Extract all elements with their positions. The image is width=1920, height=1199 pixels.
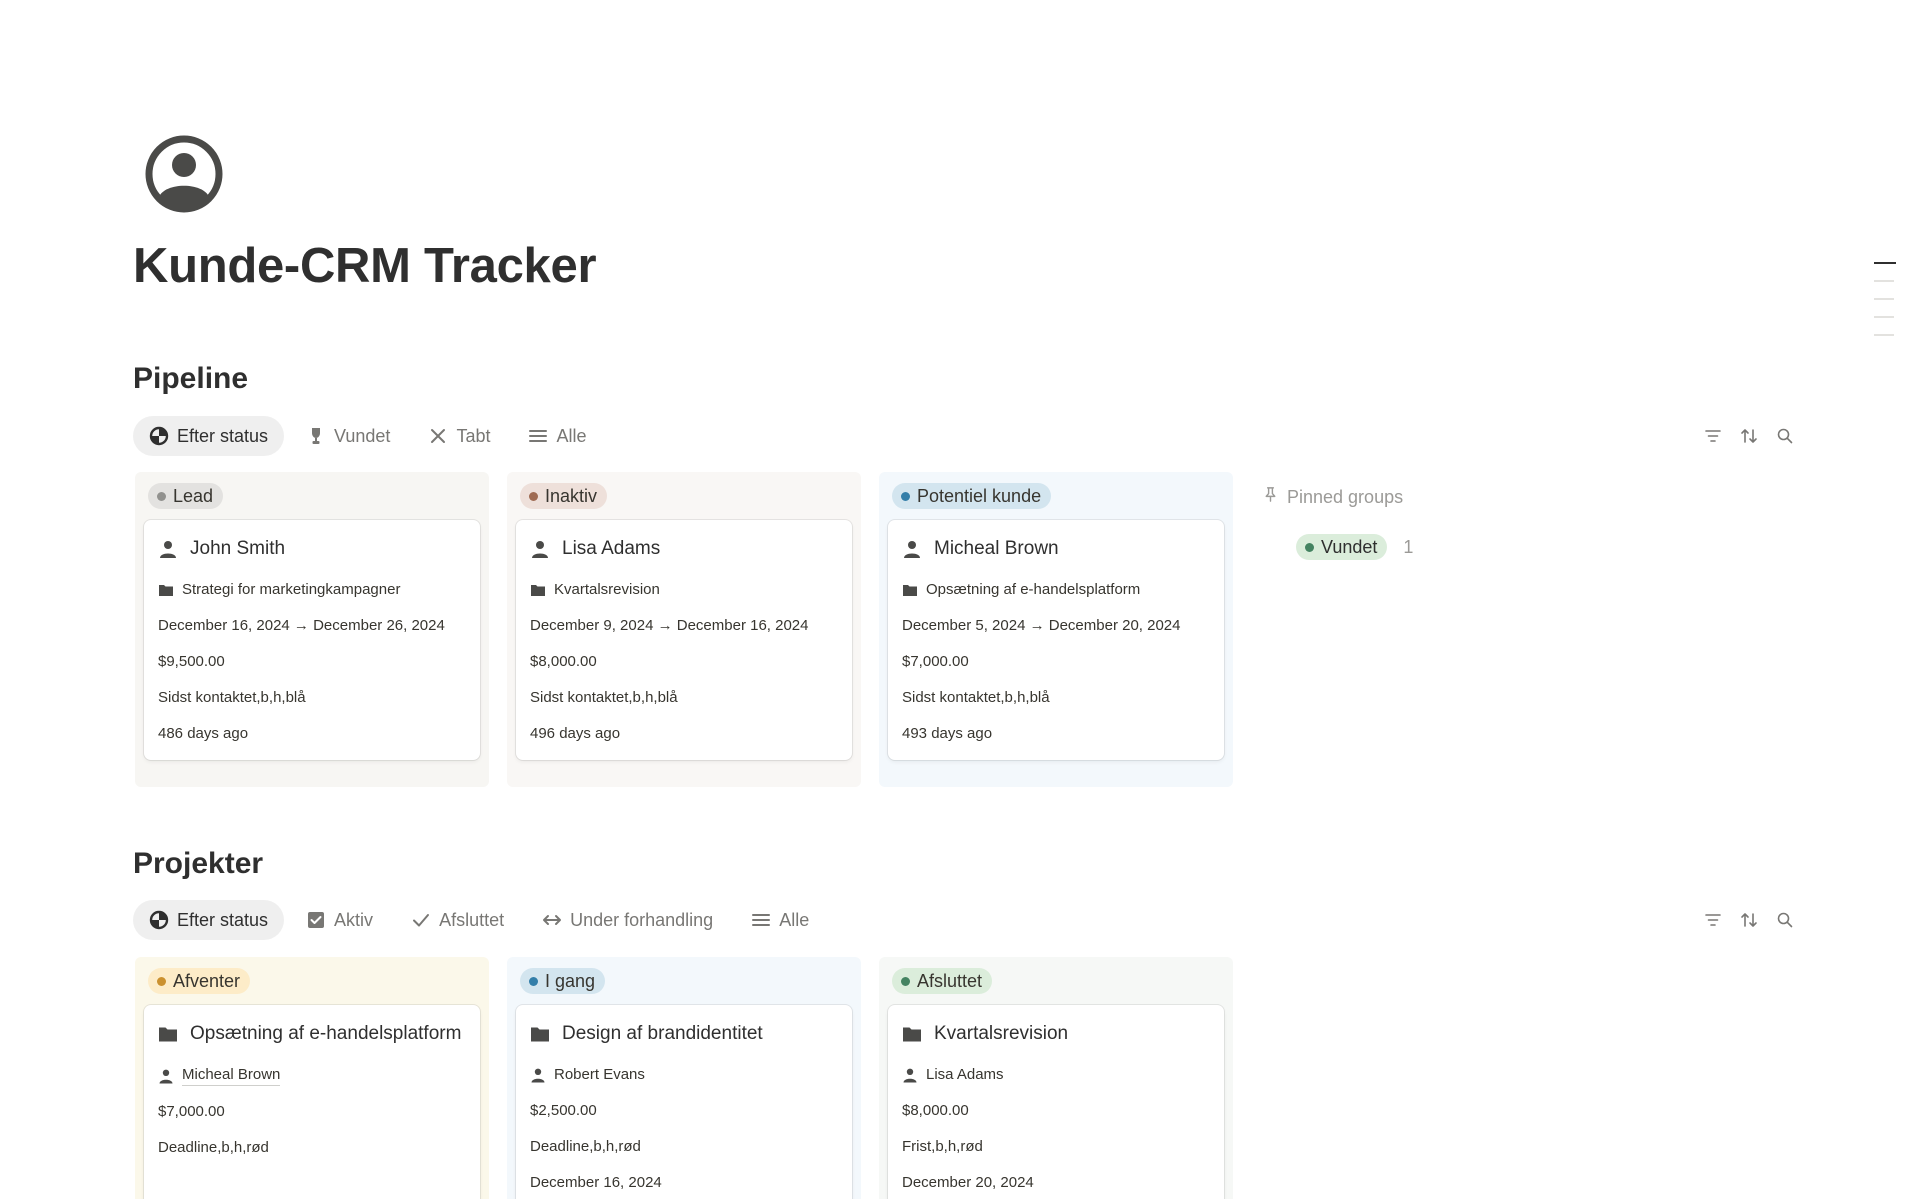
board-card[interactable]: Micheal Brown Opsætning af e-handelsplat…	[888, 520, 1224, 760]
tab-efter-status[interactable]: Efter status	[133, 416, 285, 456]
tab-afsluttet[interactable]: Afsluttet	[395, 900, 520, 940]
board-card[interactable]: Kvartalsrevision Lisa Adams $8,000.00 Fr…	[888, 1005, 1224, 1199]
card-title: Opsætning af e-handelsplatform	[190, 1023, 462, 1044]
tab-under-forhandling[interactable]: Under forhandling	[526, 900, 729, 940]
board-card[interactable]: Lisa Adams Kvartalsrevision December 9, …	[516, 520, 852, 760]
pipeline-view-tabs: Efter status Vundet Tabt Alle	[133, 416, 602, 456]
status-badge[interactable]: Afventer	[148, 968, 251, 994]
board-column-i-gang: I gang Design af brandidentitet Robert E…	[507, 957, 861, 1199]
arrows-horizontal-icon	[542, 910, 562, 930]
status-badge[interactable]: Lead	[148, 483, 224, 509]
projekter-toolbar	[1704, 900, 1794, 940]
board-column-inaktiv: Inaktiv Lisa Adams Kvartalsrevision Dece…	[507, 472, 861, 787]
sort-icon[interactable]	[1740, 427, 1758, 445]
folder-icon	[530, 1024, 550, 1044]
tab-alle[interactable]: Alle	[735, 900, 825, 940]
board-column-potentiel-kunde: Potentiel kunde Micheal Brown Opsætning …	[879, 472, 1233, 787]
sort-icon[interactable]	[1740, 911, 1758, 929]
group-count: 1	[1403, 536, 1414, 557]
status-icon	[149, 910, 169, 930]
search-icon[interactable]	[1776, 427, 1794, 445]
trophy-icon	[306, 426, 326, 446]
card-title: Design af brandidentitet	[562, 1023, 763, 1044]
board-column-afventer: Afventer Opsætning af e-handelsplatform …	[135, 957, 489, 1199]
status-icon	[149, 426, 169, 446]
folder-icon	[902, 1024, 922, 1044]
page: Kunde-CRM Tracker Pipeline Efter status …	[0, 0, 1920, 1199]
card-title: John Smith	[190, 538, 286, 559]
tab-aktiv[interactable]: Aktiv	[290, 900, 389, 940]
person-icon	[530, 1067, 546, 1083]
folder-icon	[158, 582, 174, 598]
search-icon[interactable]	[1776, 911, 1794, 929]
folder-icon	[902, 582, 918, 598]
x-icon	[428, 426, 448, 446]
folder-icon	[530, 582, 546, 598]
folder-icon	[158, 1024, 178, 1044]
pinned-groups-header[interactable]: Pinned groups	[1262, 486, 1403, 508]
person-icon	[530, 539, 550, 559]
card-title: Lisa Adams	[562, 538, 661, 559]
pin-icon	[1262, 486, 1279, 508]
list-icon	[528, 426, 548, 446]
status-badge[interactable]: I gang	[520, 968, 606, 994]
person-icon	[158, 539, 178, 559]
user-circle-icon[interactable]	[145, 135, 223, 213]
tab-tabt[interactable]: Tabt	[412, 416, 506, 456]
person-icon	[902, 1067, 918, 1083]
projekter-view-tabs: Efter status Aktiv Afsluttet Under forha…	[133, 900, 825, 940]
person-icon	[158, 1068, 174, 1084]
tab-vundet[interactable]: Vundet	[290, 416, 406, 456]
pipeline-toolbar	[1704, 416, 1794, 456]
board-card[interactable]: Opsætning af e-handelsplatform Micheal B…	[144, 1005, 480, 1199]
check-icon	[411, 910, 431, 930]
tab-efter-status[interactable]: Efter status	[133, 900, 285, 940]
pinned-group-vundet[interactable]: Vundet 1	[1296, 534, 1413, 560]
tab-alle[interactable]: Alle	[512, 416, 602, 456]
status-badge[interactable]: Inaktiv	[520, 483, 608, 509]
board-column-afsluttet: Afsluttet Kvartalsrevision Lisa Adams $8…	[879, 957, 1233, 1199]
page-outline[interactable]	[1874, 262, 1896, 352]
pipeline-title: Pipeline	[133, 362, 249, 395]
card-title: Micheal Brown	[934, 538, 1059, 559]
status-badge[interactable]: Vundet	[1296, 534, 1388, 560]
board-column-lead: Lead John Smith Strategi for marketingka…	[135, 472, 489, 787]
projekter-title: Projekter	[133, 847, 264, 880]
person-icon	[902, 539, 922, 559]
list-icon	[751, 910, 771, 930]
filter-icon[interactable]	[1704, 427, 1722, 445]
filter-icon[interactable]	[1704, 911, 1722, 929]
checkbox-icon	[306, 910, 326, 930]
card-title: Kvartalsrevision	[934, 1023, 1069, 1044]
page-title: Kunde-CRM Tracker	[133, 239, 597, 293]
board-card[interactable]: Design af brandidentitet Robert Evans $2…	[516, 1005, 852, 1199]
status-badge[interactable]: Potentiel kunde	[892, 483, 1052, 509]
status-badge[interactable]: Afsluttet	[892, 968, 993, 994]
board-card[interactable]: John Smith Strategi for marketingkampagn…	[144, 520, 480, 760]
